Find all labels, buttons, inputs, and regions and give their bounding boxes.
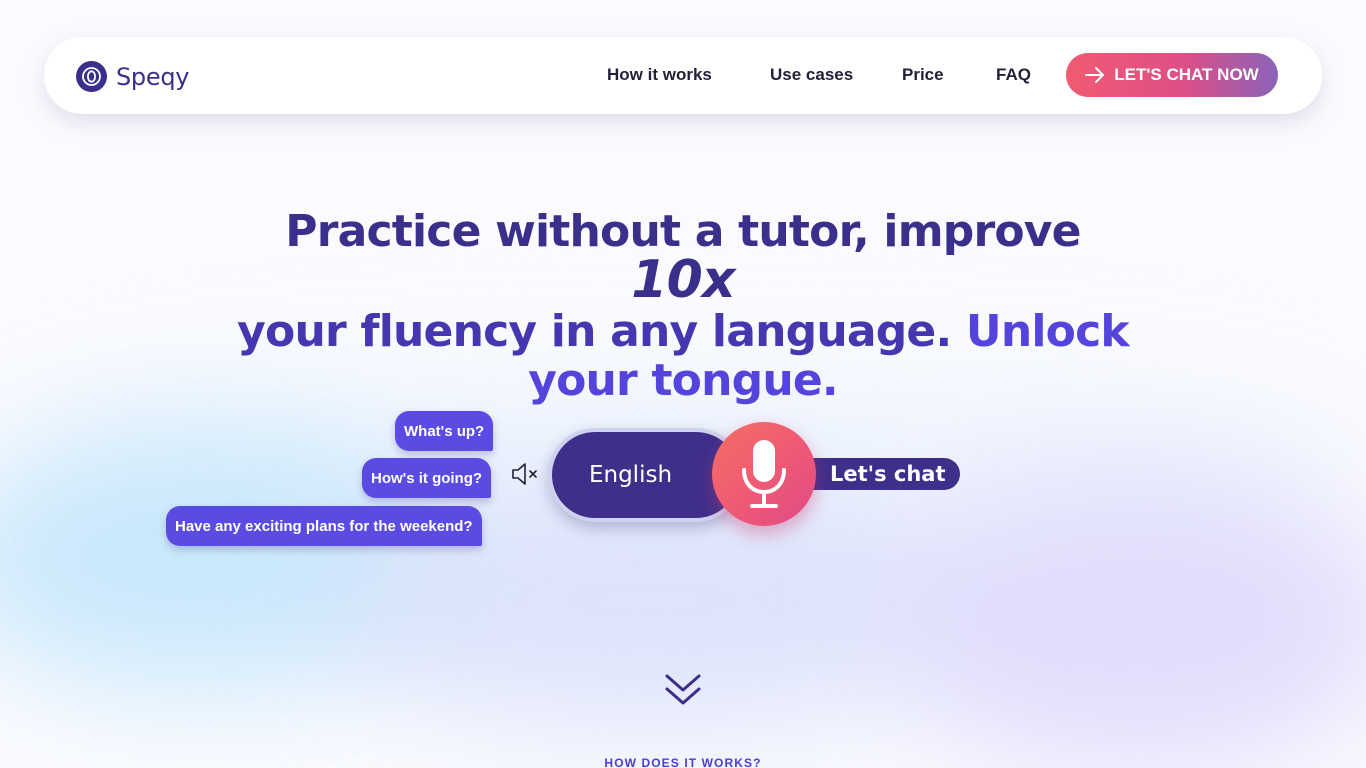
hero-line2: your fluency in any language. xyxy=(237,306,966,357)
brand-name: Speqy xyxy=(116,62,190,91)
logo-icon xyxy=(76,61,107,92)
background-glow xyxy=(880,470,1366,768)
landing-page: Speqy How it works Use cases Price FAQ L… xyxy=(0,0,1366,768)
chat-bubble: Have any exciting plans for the weekend? xyxy=(166,506,482,546)
language-label: English xyxy=(588,462,673,488)
hero-emphasis: 10x xyxy=(631,250,735,310)
cta-label: LET'S CHAT NOW xyxy=(1114,65,1259,84)
lets-chat-label: Let's chat xyxy=(830,462,946,486)
nav-link-use-cases[interactable]: Use cases xyxy=(770,65,853,85)
microphone-button[interactable] xyxy=(712,422,816,526)
top-navigation: Speqy How it works Use cases Price FAQ L… xyxy=(44,37,1322,114)
nav-link-faq[interactable]: FAQ xyxy=(996,65,1031,85)
section-label-how-it-works: HOW DOES IT WORKS? xyxy=(604,756,762,768)
hero-line3: your tongue. xyxy=(528,355,838,406)
arrow-right-icon xyxy=(1085,67,1105,83)
nav-link-how-it-works[interactable]: How it works xyxy=(607,65,712,85)
hero-unlock: Unlock xyxy=(965,306,1130,357)
microphone-icon xyxy=(742,440,786,508)
chat-bubble: How's it going? xyxy=(362,458,492,498)
lets-chat-now-button[interactable]: LET'S CHAT NOW xyxy=(1066,53,1278,97)
hero-headline: Practice without a tutor, improve 10x yo… xyxy=(233,207,1133,405)
brand-logo[interactable]: Speqy xyxy=(76,61,189,92)
chat-bubble: What's up? xyxy=(395,411,494,451)
nav-link-price[interactable]: Price xyxy=(902,65,944,85)
double-chevron-down-icon[interactable] xyxy=(664,672,702,713)
speaker-muted-icon[interactable] xyxy=(511,460,541,493)
